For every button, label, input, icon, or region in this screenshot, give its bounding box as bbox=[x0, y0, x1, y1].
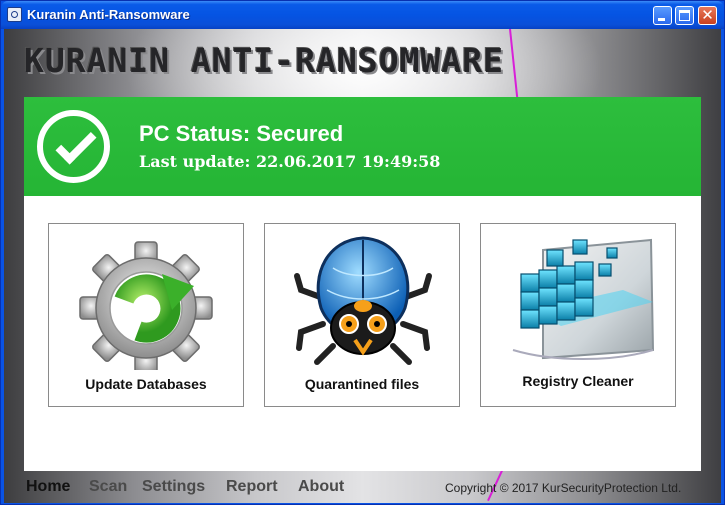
close-icon: ✕ bbox=[701, 6, 714, 24]
decor-streak bbox=[509, 29, 519, 99]
bug-icon bbox=[294, 236, 432, 365]
nav-settings[interactable]: Settings bbox=[142, 478, 205, 496]
nav-scan[interactable]: Scan bbox=[89, 478, 127, 496]
status-banner: PC Status: Secured Last update: 22.06.20… bbox=[24, 97, 701, 196]
last-update-text: Last update: 22.06.2017 19:49:58 bbox=[139, 152, 441, 171]
minimize-icon bbox=[658, 18, 665, 21]
card-label: Registry Cleaner bbox=[522, 373, 634, 389]
title-bar[interactable]: Kuranin Anti-Ransomware ✕ bbox=[1, 1, 724, 29]
status-title: PC Status: Secured bbox=[139, 121, 344, 146]
copyright-text: Copyright © 2017 KurSecurityProtection L… bbox=[445, 481, 682, 495]
client-area: KURANIN ANTI-RANSOMWARE PC Status: Secur… bbox=[4, 29, 721, 503]
nav-home[interactable]: Home bbox=[26, 478, 70, 496]
update-databases-button[interactable]: Update Databases bbox=[48, 223, 244, 407]
brand-logo-text: KURANIN ANTI-RANSOMWARE bbox=[24, 41, 504, 80]
main-panel: Update Databases Quarantined files Regis… bbox=[24, 196, 701, 471]
close-button[interactable]: ✕ bbox=[698, 6, 717, 25]
maximize-button[interactable] bbox=[675, 6, 694, 25]
quarantined-files-button[interactable]: Quarantined files bbox=[264, 223, 460, 407]
footer-bar: Home Scan Settings Report About Copyrigh… bbox=[4, 471, 721, 503]
card-label: Quarantined files bbox=[304, 376, 420, 392]
minimize-button[interactable] bbox=[653, 6, 672, 25]
card-label: Update Databases bbox=[85, 376, 207, 392]
registry-cubes-icon bbox=[512, 238, 655, 360]
maximize-icon bbox=[679, 10, 690, 21]
update-gear-icon bbox=[79, 241, 213, 370]
app-icon bbox=[7, 7, 22, 22]
app-window: Kuranin Anti-Ransomware ✕ KURANIN ANTI-R… bbox=[0, 0, 725, 505]
nav-report[interactable]: Report bbox=[226, 478, 278, 496]
registry-cleaner-button[interactable]: Registry Cleaner bbox=[480, 223, 676, 407]
window-title: Kuranin Anti-Ransomware bbox=[27, 7, 190, 22]
nav-about[interactable]: About bbox=[298, 478, 344, 496]
checkmark-icon bbox=[37, 110, 110, 183]
